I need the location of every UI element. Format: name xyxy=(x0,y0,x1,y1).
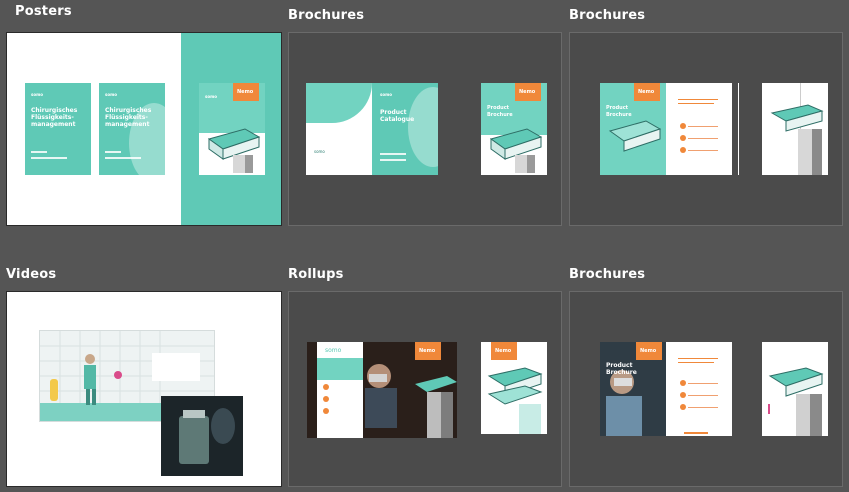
badge: Nemo xyxy=(636,342,662,360)
bullet xyxy=(323,396,329,402)
device-illustration xyxy=(487,367,543,434)
brochures-thumbnail[interactable]: Nemo Product Brochure xyxy=(569,32,843,226)
category-brochures[interactable]: Brochures somo somo Product Catalogue Ne… xyxy=(288,4,562,228)
badge: Nemo xyxy=(415,342,441,360)
poster-title: Chirurgisches Flüssigkeits-management xyxy=(31,107,78,128)
badge: Nemo xyxy=(515,83,541,101)
category-posters[interactable]: Posters somo Chirurgisches Flüssigkeits-… xyxy=(6,4,282,228)
text-line xyxy=(684,432,708,434)
brand-logo: somo xyxy=(205,94,218,99)
text-line xyxy=(678,99,718,100)
text-line xyxy=(688,150,718,151)
category-label: Brochures xyxy=(288,8,365,23)
category-label: Videos xyxy=(6,267,57,282)
text-line xyxy=(31,151,47,153)
device-illustration xyxy=(489,128,543,173)
text-line xyxy=(678,358,718,359)
bullet xyxy=(680,380,686,386)
rollup-sidebar: somo xyxy=(317,342,363,438)
teal-shape xyxy=(306,83,372,123)
template-gallery: { "gallery": { "categories": [ {"label":… xyxy=(0,0,849,492)
brand-logo: somo xyxy=(314,149,325,154)
brochure-title: Product Catalogue xyxy=(380,109,415,123)
brochure-spread: Nemo Product Brochure xyxy=(600,83,732,175)
device-illustration xyxy=(608,120,662,152)
category-label: Brochures xyxy=(569,267,646,282)
category-rollups[interactable]: Rollups somo Nemo Nemo xyxy=(288,263,562,489)
poster-card: somo Chirurgisches Flüssigkeits-manageme… xyxy=(25,83,91,175)
teal-band xyxy=(317,358,363,380)
brand-logo: somo xyxy=(105,92,118,97)
bullet xyxy=(680,392,686,398)
videos-thumbnail[interactable] xyxy=(6,291,282,487)
brochure-page xyxy=(762,83,828,175)
text-line xyxy=(105,157,141,159)
rollup-side-view: Nemo xyxy=(481,342,547,434)
canister-photo xyxy=(161,396,243,476)
text-line xyxy=(380,153,406,155)
category-brochures[interactable]: Brochures Nemo Product Brochure xyxy=(569,4,843,228)
brochures-thumbnail[interactable]: Product Brochure Nemo xyxy=(569,291,843,487)
badge-label: Nemo xyxy=(640,348,657,354)
video-still xyxy=(161,396,243,476)
category-label: Brochures xyxy=(569,8,646,23)
text-line xyxy=(688,407,718,408)
device-illustration xyxy=(207,128,261,173)
device-illustration xyxy=(770,104,824,175)
divider xyxy=(738,83,739,175)
brochure-page xyxy=(762,342,828,436)
badge: Nemo xyxy=(491,342,517,360)
rollups-thumbnail[interactable]: somo Nemo Nemo xyxy=(288,291,562,487)
badge-label: Nemo xyxy=(638,89,655,95)
badge: Nemo xyxy=(634,83,660,101)
badge-label: Nemo xyxy=(495,348,512,354)
brochures-thumbnail[interactable]: somo somo Product Catalogue Nemo Product… xyxy=(288,32,562,226)
text-line xyxy=(688,138,718,139)
device-illustration xyxy=(768,367,824,436)
text-line xyxy=(688,395,718,396)
category-brochures[interactable]: Brochures Product Brochure Nemo xyxy=(569,263,843,489)
text-line xyxy=(678,362,714,363)
text-line xyxy=(678,103,714,104)
brochure-title: Product Brochure xyxy=(487,105,513,118)
brand-logo: somo xyxy=(325,347,342,354)
category-label: Posters xyxy=(15,4,72,19)
text-line xyxy=(380,159,406,161)
brochure-cover-page: somo Product Catalogue xyxy=(372,83,438,175)
bullet xyxy=(323,408,329,414)
brochure-back-page: somo xyxy=(306,83,372,175)
bullet xyxy=(680,123,686,129)
bullet xyxy=(680,135,686,141)
brochure-title: Product Brochure xyxy=(606,362,637,376)
category-videos[interactable]: Videos xyxy=(6,263,282,489)
bullet xyxy=(680,404,686,410)
decorative-blob xyxy=(408,87,438,167)
brochure-spread: Product Brochure Nemo xyxy=(600,342,732,436)
text-line xyxy=(31,157,67,159)
poster-card: Nemo somo xyxy=(199,83,265,175)
text-line xyxy=(105,151,121,153)
badge-label: Nemo xyxy=(237,89,254,95)
posters-thumbnail[interactable]: somo Chirurgisches Flüssigkeits-manageme… xyxy=(6,32,282,226)
category-label: Rollups xyxy=(288,267,344,282)
text-line xyxy=(688,383,718,384)
badge-label: Nemo xyxy=(519,89,536,95)
text-line xyxy=(688,126,718,127)
poster-card: somo Chirurgisches Flüssigkeits-manageme… xyxy=(99,83,165,175)
bullet xyxy=(323,384,329,390)
rollup-banner: somo Nemo xyxy=(307,342,457,438)
poster-title: Chirurgisches Flüssigkeits-management xyxy=(105,107,152,128)
badge: Nemo xyxy=(233,83,259,101)
brand-logo: somo xyxy=(31,92,44,97)
brand-logo: somo xyxy=(380,92,393,97)
brochure-page: Nemo Product Brochure xyxy=(481,83,547,175)
bullet xyxy=(680,147,686,153)
badge-label: Nemo xyxy=(419,348,436,354)
